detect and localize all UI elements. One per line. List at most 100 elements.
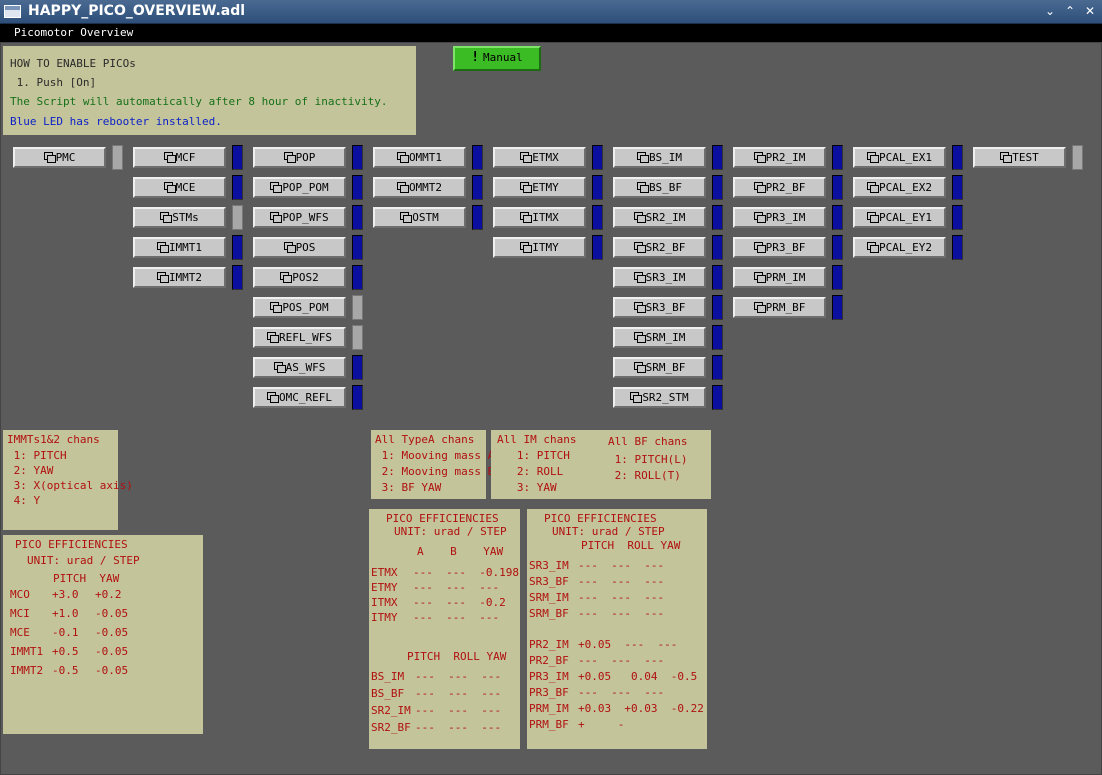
related-display-button-pop[interactable]: POP (253, 147, 346, 168)
related-display-button-immt1[interactable]: IMMT1 (133, 237, 226, 258)
related-display-button-etmy[interactable]: ETMY (493, 177, 586, 198)
related-display-button-pcal-ey2[interactable]: PCAL_EY2 (853, 237, 946, 258)
related-display-button-pos-pom[interactable]: POS_POM (253, 297, 346, 318)
status-led (352, 385, 363, 410)
related-display-button-mce[interactable]: MCE (133, 177, 226, 198)
related-display-button-prm-bf[interactable]: PRM_BF (733, 297, 826, 318)
im-chans-line: 2: ROLL (497, 465, 564, 478)
eff-right-row-label: PR3_BF (529, 686, 569, 699)
related-display-icon (163, 152, 176, 163)
related-display-icon (633, 242, 646, 253)
status-led (472, 205, 483, 230)
eff-mid-row-value: --- --- --- (413, 581, 500, 594)
related-display-icon (633, 272, 646, 283)
related-display-icon (867, 152, 879, 163)
eff-right-row-value: +0.05 0.04 -0.5 (578, 670, 698, 683)
status-led (832, 175, 843, 200)
related-display-button-refl-wfs[interactable]: REFL_WFS (253, 327, 346, 348)
eff-left-unit: UNIT: urad / STEP (27, 554, 140, 567)
manual-button[interactable]: ! Manual (453, 46, 541, 71)
related-display-icon (753, 242, 766, 253)
typea-chans-line: 3: BF YAW (375, 481, 442, 494)
related-display-icon (163, 182, 176, 193)
related-display-button-prm-im[interactable]: PRM_IM (733, 267, 826, 288)
related-display-button-pr3-bf[interactable]: PR3_BF (733, 237, 826, 258)
minimize-icon[interactable]: ⌄ (1042, 3, 1058, 19)
related-display-button-as-wfs[interactable]: AS_WFS (253, 357, 346, 378)
related-display-button-pcal-ex2[interactable]: PCAL_EX2 (853, 177, 946, 198)
related-display-button-mcf[interactable]: MCF (133, 147, 226, 168)
related-display-button-pos2[interactable]: POS2 (253, 267, 346, 288)
related-display-button-sr2-bf[interactable]: SR2_BF (613, 237, 706, 258)
button-label: SR3_IM (645, 271, 686, 284)
status-led (592, 175, 603, 200)
related-display-button-pop-pom[interactable]: POP_POM (253, 177, 346, 198)
related-display-icon (633, 212, 646, 223)
related-display-button-test[interactable]: TEST (973, 147, 1066, 168)
related-display-button-stms[interactable]: STMs (133, 207, 226, 228)
related-display-button-omc-refl[interactable]: OMC_REFL (253, 387, 346, 408)
related-display-button-ostm[interactable]: OSTM (373, 207, 466, 228)
related-display-button-srm-bf[interactable]: SRM_BF (613, 357, 706, 378)
eff-right-header: PITCH ROLL YAW (581, 539, 681, 552)
related-display-icon (753, 152, 766, 163)
related-display-button-immt2[interactable]: IMMT2 (133, 267, 226, 288)
eff-right-row-label: PR2_BF (529, 654, 569, 667)
status-led (232, 145, 243, 170)
related-display-button-sr3-im[interactable]: SR3_IM (613, 267, 706, 288)
button-label: POP_POM (282, 181, 329, 194)
related-display-icon (283, 242, 296, 253)
related-display-button-srm-im[interactable]: SRM_IM (613, 327, 706, 348)
related-display-button-bs-im[interactable]: BS_IM (613, 147, 706, 168)
typea-chans-title: All TypeA chans (375, 433, 475, 446)
related-display-button-ommt1[interactable]: OMMT1 (373, 147, 466, 168)
eff-left-row-value: -0.5 (52, 664, 79, 677)
related-display-button-pcal-ex1[interactable]: PCAL_EX1 (853, 147, 946, 168)
status-led (712, 235, 723, 260)
related-display-icon (633, 362, 646, 373)
button-label: OSTM (412, 211, 439, 224)
instructions-panel: HOW TO ENABLE PICOs 1. Push [On] The Scr… (3, 46, 416, 135)
eff-mid-row-label: ITMY (371, 611, 398, 624)
related-display-button-sr3-bf[interactable]: SR3_BF (613, 297, 706, 318)
im-chans-title: All IM chans (497, 433, 577, 446)
eff-right-row-label: PRM_IM (529, 702, 569, 715)
eff-right-row-value: --- --- --- (578, 607, 665, 620)
status-led (352, 235, 363, 260)
related-display-icon (283, 152, 296, 163)
eff-left-row-value: -0.1 (52, 626, 79, 639)
related-display-button-etmx[interactable]: ETMX (493, 147, 586, 168)
status-led (592, 205, 603, 230)
related-display-button-pr2-im[interactable]: PR2_IM (733, 147, 826, 168)
related-display-button-itmy[interactable]: ITMY (493, 237, 586, 258)
button-label: MCE (175, 181, 196, 194)
status-led (112, 145, 123, 170)
related-display-button-pr2-bf[interactable]: PR2_BF (733, 177, 826, 198)
eff-right-unit: UNIT: urad / STEP (552, 525, 665, 538)
close-icon[interactable]: ✕ (1082, 3, 1098, 19)
related-display-button-sr2-im[interactable]: SR2_IM (613, 207, 706, 228)
related-display-icon (396, 182, 409, 193)
related-display-icon (270, 302, 283, 313)
button-label: OMC_REFL (279, 391, 332, 404)
status-led (352, 205, 363, 230)
button-label: OMMT1 (408, 151, 443, 164)
related-display-button-bs-bf[interactable]: BS_BF (613, 177, 706, 198)
related-display-button-pmc[interactable]: PMC (13, 147, 106, 168)
related-display-button-ommt2[interactable]: OMMT2 (373, 177, 466, 198)
related-display-button-pos[interactable]: POS (253, 237, 346, 258)
status-led (1072, 145, 1083, 170)
button-label: POS2 (292, 271, 319, 284)
status-led (352, 265, 363, 290)
button-label: AS_WFS (285, 361, 326, 374)
status-led (352, 355, 363, 380)
related-display-button-pr3-im[interactable]: PR3_IM (733, 207, 826, 228)
related-display-button-pcal-ey1[interactable]: PCAL_EY1 (853, 207, 946, 228)
button-label: ETMX (532, 151, 559, 164)
maximize-icon[interactable]: ⌃ (1062, 3, 1078, 19)
related-display-button-sr2-stm[interactable]: SR2_STM (613, 387, 706, 408)
related-display-button-itmx[interactable]: ITMX (493, 207, 586, 228)
button-label: SR2_BF (645, 241, 686, 254)
eff-mid-row-label: SR2_IM (371, 704, 411, 717)
related-display-button-pop-wfs[interactable]: POP_WFS (253, 207, 346, 228)
